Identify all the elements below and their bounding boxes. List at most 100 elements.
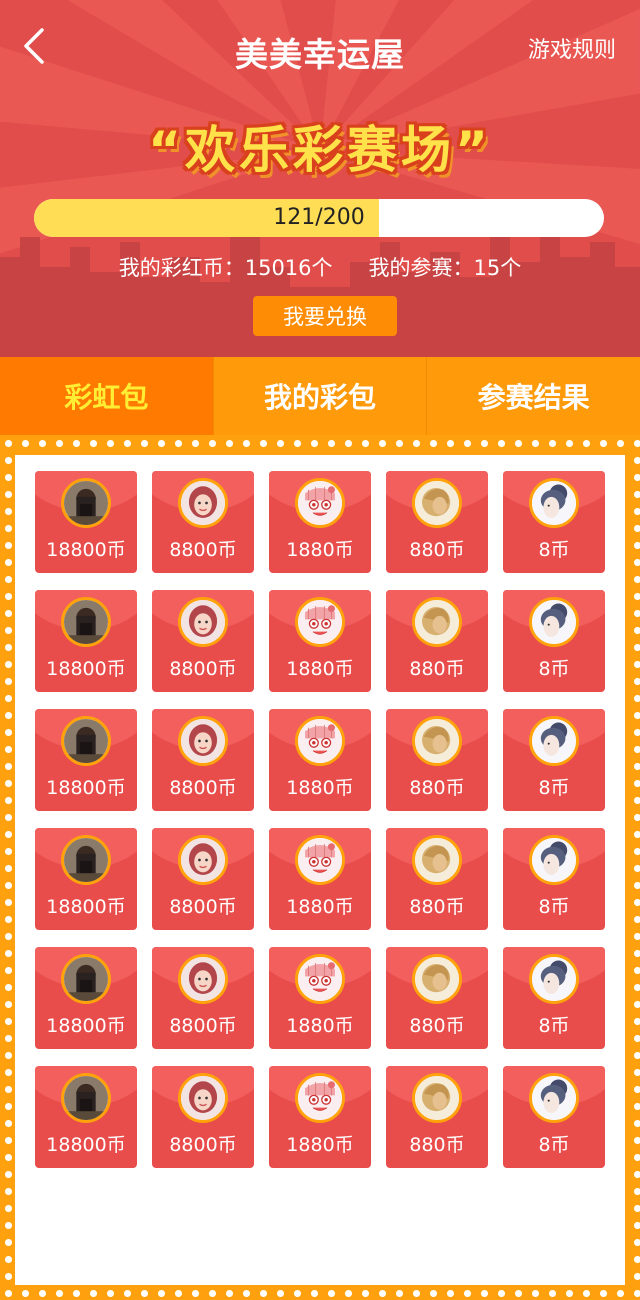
- red-packet-card[interactable]: 8币: [503, 471, 605, 573]
- avatar: [412, 954, 462, 1004]
- red-packet-card[interactable]: 8币: [503, 947, 605, 1049]
- avatar: [295, 716, 345, 766]
- packet-panel: 18800币 8800币 1880币 880币 8币 18800币 8800币 …: [15, 455, 625, 1285]
- city-skyline: [0, 222, 640, 357]
- packet-amount: 1880币: [286, 1134, 354, 1156]
- red-packet-card[interactable]: 18800币: [35, 471, 137, 573]
- packet-frame: 18800币 8800币 1880币 880币 8币 18800币 8800币 …: [0, 435, 640, 1300]
- avatar: [295, 1073, 345, 1123]
- tab-rainbow-packets[interactable]: 彩虹包: [0, 357, 214, 435]
- packet-amount: 18800币: [46, 777, 126, 799]
- avatar: [529, 478, 579, 528]
- packet-amount: 8币: [538, 658, 570, 680]
- packet-amount: 8币: [538, 777, 570, 799]
- red-packet-card[interactable]: 1880币: [269, 828, 371, 930]
- game-rules-link[interactable]: 游戏规则: [528, 32, 616, 64]
- packet-amount: 8800币: [169, 1015, 237, 1037]
- avatar: [412, 597, 462, 647]
- red-packet-card[interactable]: 1880币: [269, 1066, 371, 1168]
- avatar: [412, 716, 462, 766]
- packet-amount: 8币: [538, 1015, 570, 1037]
- avatar: [529, 835, 579, 885]
- header-banner: 美美幸运屋 游戏规则 “欢乐彩赛场” 121/200 我的彩红币：15016个 …: [0, 0, 640, 357]
- avatar: [295, 835, 345, 885]
- avatar: [61, 1073, 111, 1123]
- packet-amount: 18800币: [46, 1015, 126, 1037]
- packet-amount: 8800币: [169, 658, 237, 680]
- red-packet-card[interactable]: 8800币: [152, 828, 254, 930]
- packet-amount: 880币: [409, 1134, 465, 1156]
- avatar: [178, 1073, 228, 1123]
- avatar: [61, 478, 111, 528]
- red-packet-card[interactable]: 1880币: [269, 709, 371, 811]
- red-packet-card[interactable]: 18800币: [35, 828, 137, 930]
- avatar: [178, 716, 228, 766]
- top-bar: 美美幸运屋 游戏规则: [0, 0, 640, 96]
- avatar: [529, 954, 579, 1004]
- packet-amount: 8币: [538, 1134, 570, 1156]
- red-packet-card[interactable]: 880币: [386, 828, 488, 930]
- avatar: [412, 1073, 462, 1123]
- avatar: [178, 954, 228, 1004]
- tab-results[interactable]: 参赛结果: [427, 357, 640, 435]
- red-packet-card[interactable]: 880币: [386, 590, 488, 692]
- red-packet-card[interactable]: 8币: [503, 590, 605, 692]
- packet-amount: 1880币: [286, 1015, 354, 1037]
- red-packet-card[interactable]: 8800币: [152, 1066, 254, 1168]
- progress-bar: 121/200: [34, 199, 604, 237]
- packet-amount: 18800币: [46, 658, 126, 680]
- packet-amount: 8800币: [169, 777, 237, 799]
- red-packet-card[interactable]: 8币: [503, 709, 605, 811]
- avatar: [412, 835, 462, 885]
- red-packet-card[interactable]: 1880币: [269, 590, 371, 692]
- packet-amount: 880币: [409, 539, 465, 561]
- tab-bar: 彩虹包 我的彩包 参赛结果: [0, 357, 640, 435]
- avatar: [295, 478, 345, 528]
- red-packet-card[interactable]: 880币: [386, 1066, 488, 1168]
- red-packet-card[interactable]: 880币: [386, 471, 488, 573]
- red-packet-card[interactable]: 18800币: [35, 590, 137, 692]
- red-packet-card[interactable]: 8800币: [152, 471, 254, 573]
- avatar: [295, 597, 345, 647]
- red-packet-card[interactable]: 1880币: [269, 471, 371, 573]
- exchange-button[interactable]: 我要兑换: [253, 296, 397, 336]
- packet-grid: 18800币 8800币 1880币 880币 8币 18800币 8800币 …: [35, 471, 605, 1168]
- packet-amount: 1880币: [286, 896, 354, 918]
- avatar: [61, 597, 111, 647]
- avatar: [529, 597, 579, 647]
- red-packet-card[interactable]: 8800币: [152, 947, 254, 1049]
- red-packet-card[interactable]: 18800币: [35, 1066, 137, 1168]
- avatar: [61, 835, 111, 885]
- entries-count: 我的参赛：15个: [368, 256, 522, 280]
- packet-amount: 880币: [409, 658, 465, 680]
- packet-amount: 8币: [538, 896, 570, 918]
- packet-amount: 18800币: [46, 539, 126, 561]
- packet-amount: 8800币: [169, 896, 237, 918]
- avatar: [295, 954, 345, 1004]
- red-packet-card[interactable]: 880币: [386, 709, 488, 811]
- avatar: [178, 835, 228, 885]
- red-packet-card[interactable]: 8800币: [152, 590, 254, 692]
- packet-amount: 18800币: [46, 896, 126, 918]
- avatar: [529, 716, 579, 766]
- packet-amount: 880币: [409, 777, 465, 799]
- packet-amount: 1880币: [286, 658, 354, 680]
- user-stats: 我的彩红币：15016个 我的参赛：15个: [0, 252, 640, 282]
- red-packet-card[interactable]: 18800币: [35, 947, 137, 1049]
- packet-amount: 1880币: [286, 777, 354, 799]
- red-packet-card[interactable]: 18800币: [35, 709, 137, 811]
- packet-amount: 880币: [409, 1015, 465, 1037]
- coins-balance: 我的彩红币：15016个: [118, 256, 333, 280]
- red-packet-card[interactable]: 8币: [503, 828, 605, 930]
- packet-amount: 8800币: [169, 1134, 237, 1156]
- packet-amount: 880币: [409, 896, 465, 918]
- red-packet-card[interactable]: 1880币: [269, 947, 371, 1049]
- packet-amount: 8币: [538, 539, 570, 561]
- red-packet-card[interactable]: 880币: [386, 947, 488, 1049]
- red-packet-card[interactable]: 8800币: [152, 709, 254, 811]
- tab-my-packets[interactable]: 我的彩包: [214, 357, 428, 435]
- packet-amount: 1880币: [286, 539, 354, 561]
- avatar: [178, 597, 228, 647]
- red-packet-card[interactable]: 8币: [503, 1066, 605, 1168]
- progress-text: 121/200: [273, 205, 365, 230]
